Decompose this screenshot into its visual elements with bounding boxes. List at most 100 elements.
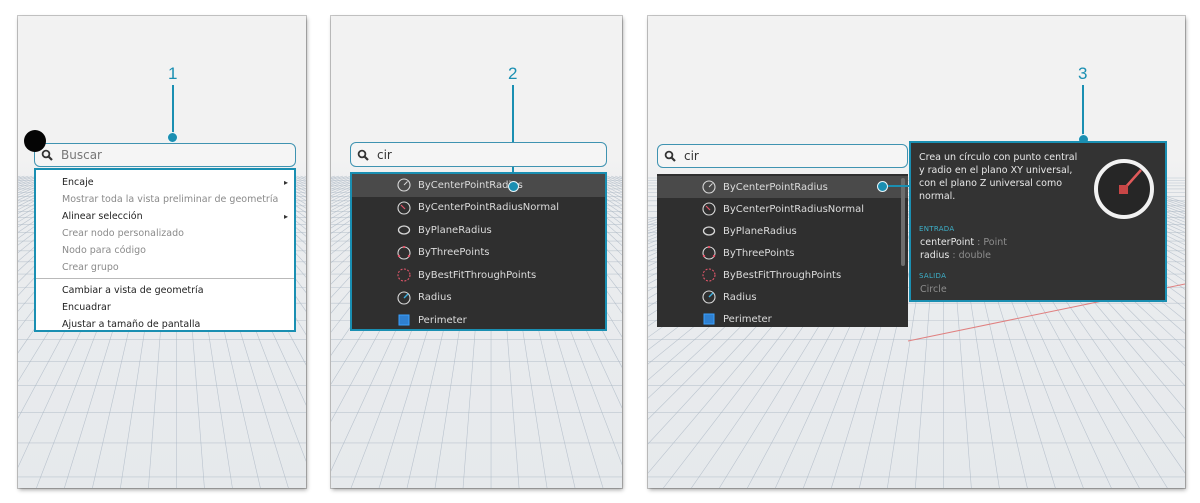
circle-best-fit-icon	[397, 268, 411, 282]
menu-item-nodo-para-codigo[interactable]: Nodo para código	[36, 242, 294, 259]
submenu-arrow-icon: ▸	[283, 212, 288, 221]
menu-item-encuadrar[interactable]: Encuadrar	[36, 299, 294, 316]
menu-item-alinear-seleccion[interactable]: Alinear selección ▸	[36, 208, 294, 225]
search-results-list: ByCenterPointRadius ByCenterPointRadiusN…	[657, 174, 908, 327]
result-label: Perimeter	[723, 313, 772, 325]
result-label: Perimeter	[418, 314, 467, 326]
radius-icon	[397, 291, 411, 305]
submenu-arrow-icon: ▸	[283, 178, 288, 187]
node-tooltip: Crea un círculo con punto central y radi…	[909, 141, 1167, 302]
menu-item-label: Crear grupo	[62, 262, 119, 273]
result-bythreepoints[interactable]: ByThreePoints	[657, 242, 908, 264]
search-input[interactable]: cir	[350, 142, 607, 167]
tooltip-input-header: ENTRADA	[919, 225, 955, 233]
result-label: ByThreePoints	[723, 247, 795, 259]
param-separator: :	[949, 250, 959, 261]
search-icon	[357, 149, 369, 161]
grid-line	[614, 175, 622, 180]
menu-item-label: Ajustar a tamaño de pantalla	[62, 319, 201, 330]
tooltip-output-type: Circle	[920, 284, 947, 295]
menu-item-label: Encuadrar	[62, 302, 111, 313]
search-icon	[664, 150, 676, 162]
tooltip-connector-dot	[877, 181, 888, 192]
result-bycenterpointradiusnormal[interactable]: ByCenterPointRadiusNormal	[657, 198, 908, 220]
menu-item-label: Mostrar toda la vista preliminar de geom…	[62, 194, 279, 205]
result-label: ByPlaneRadius	[723, 225, 797, 237]
circle-three-points-icon	[397, 245, 411, 260]
panel-context-menu: 1 Buscar Encaje ▸ Mostrar toda la vista p…	[18, 16, 306, 488]
grid-line	[331, 175, 340, 180]
menu-item-label: Encaje	[62, 177, 94, 188]
result-perimeter[interactable]: Perimeter	[657, 308, 908, 330]
menu-item-cambiar-vista-geometria[interactable]: Cambiar a vista de geometría	[36, 282, 294, 299]
param-name: radius	[920, 250, 950, 261]
result-label: ByCenterPointRadiusNormal	[418, 202, 559, 214]
results-scrollbar[interactable]	[901, 178, 905, 266]
search-placeholder: Buscar	[61, 148, 102, 162]
result-label: Radius	[723, 291, 757, 303]
circle-best-fit-icon	[702, 268, 716, 282]
menu-item-label: Crear nodo personalizado	[62, 228, 184, 239]
result-label: ByCenterPointRadiusNormal	[723, 203, 864, 215]
result-bycenterpointradius[interactable]: ByCenterPointRadius	[657, 176, 908, 198]
tooltip-input-radius: radius : double	[920, 250, 991, 261]
callout-line-3	[1082, 85, 1084, 138]
callout-number-1: 1	[168, 64, 178, 83]
result-byplaneradius[interactable]: ByPlaneRadius	[352, 219, 605, 242]
menu-divider	[36, 278, 294, 279]
search-input[interactable]: cir	[657, 144, 908, 168]
menu-item-label: Alinear selección	[62, 211, 143, 222]
result-byplaneradius[interactable]: ByPlaneRadius	[657, 220, 908, 242]
callout-line-1	[172, 85, 174, 136]
result-label: ByThreePoints	[418, 247, 490, 259]
search-results-list: ByCenterPointRadius ByCenterPointRadiusN…	[350, 172, 607, 331]
param-type: Point	[983, 237, 1007, 248]
ellipse-plane-icon	[702, 226, 716, 236]
result-label: Radius	[418, 292, 452, 304]
callout-dot-2	[508, 181, 519, 192]
tooltip-input-centerpoint: centerPoint : Point	[920, 237, 1007, 248]
search-query: cir	[684, 149, 699, 163]
grid-line	[18, 175, 25, 179]
callout-dot-1	[167, 132, 178, 143]
menu-item-crear-nodo-personalizado[interactable]: Crear nodo personalizado	[36, 225, 294, 242]
menu-item-label: Cambiar a vista de geometría	[62, 285, 204, 296]
result-bybestfitthroughpoints[interactable]: ByBestFitThroughPoints	[352, 264, 605, 287]
circle-center-radius-icon	[397, 178, 411, 192]
grid-line	[18, 175, 21, 178]
tooltip-description: Crea un círculo con punto central y radi…	[919, 152, 1078, 202]
result-bybestfitthroughpoints[interactable]: ByBestFitThroughPoints	[657, 264, 908, 286]
callout-number-3: 3	[1078, 64, 1088, 83]
circle-center-radius-icon	[702, 180, 716, 194]
grid-line	[18, 175, 29, 180]
panel-node-tooltip: 3 cir ByCenterPointRadius ByCenterPointR…	[648, 16, 1185, 488]
menu-item-encaje[interactable]: Encaje ▸	[36, 174, 294, 191]
callout-line-2	[512, 85, 514, 185]
menu-item-label: Nodo para código	[62, 245, 146, 256]
grid-line	[331, 175, 352, 184]
search-icon	[41, 149, 53, 161]
menu-item-ajustar-pantalla[interactable]: Ajustar a tamaño de pantalla	[36, 316, 294, 333]
search-query: cir	[377, 147, 392, 162]
result-bythreepoints[interactable]: ByThreePoints	[352, 242, 605, 265]
result-label: ByPlaneRadius	[418, 224, 492, 236]
param-type: double	[958, 250, 992, 261]
circle-three-points-icon	[702, 246, 716, 260]
param-name: centerPoint	[920, 237, 975, 248]
circle-normal-icon	[702, 202, 716, 216]
result-radius[interactable]: Radius	[657, 286, 908, 308]
search-input[interactable]: Buscar	[34, 143, 296, 167]
result-perimeter[interactable]: Perimeter	[352, 309, 605, 332]
result-radius[interactable]: Radius	[352, 287, 605, 310]
result-bycenterpointradius[interactable]: ByCenterPointRadius	[352, 174, 605, 197]
panel-search-results: 2 cir ByCenterPointRadius ByCenterPointR…	[331, 16, 622, 488]
result-bycenterpointradiusnormal[interactable]: ByCenterPointRadiusNormal	[352, 197, 605, 220]
circle-preview-icon	[1094, 159, 1154, 219]
circle-normal-icon	[397, 201, 411, 215]
perimeter-icon	[703, 313, 715, 325]
callout-number-2: 2	[508, 64, 518, 83]
result-label: ByBestFitThroughPoints	[723, 269, 842, 281]
menu-item-mostrar-vista-preliminar[interactable]: Mostrar toda la vista preliminar de geom…	[36, 191, 294, 208]
menu-item-crear-grupo[interactable]: Crear grupo	[36, 259, 294, 276]
tooltip-output-header: SALIDA	[919, 272, 947, 280]
